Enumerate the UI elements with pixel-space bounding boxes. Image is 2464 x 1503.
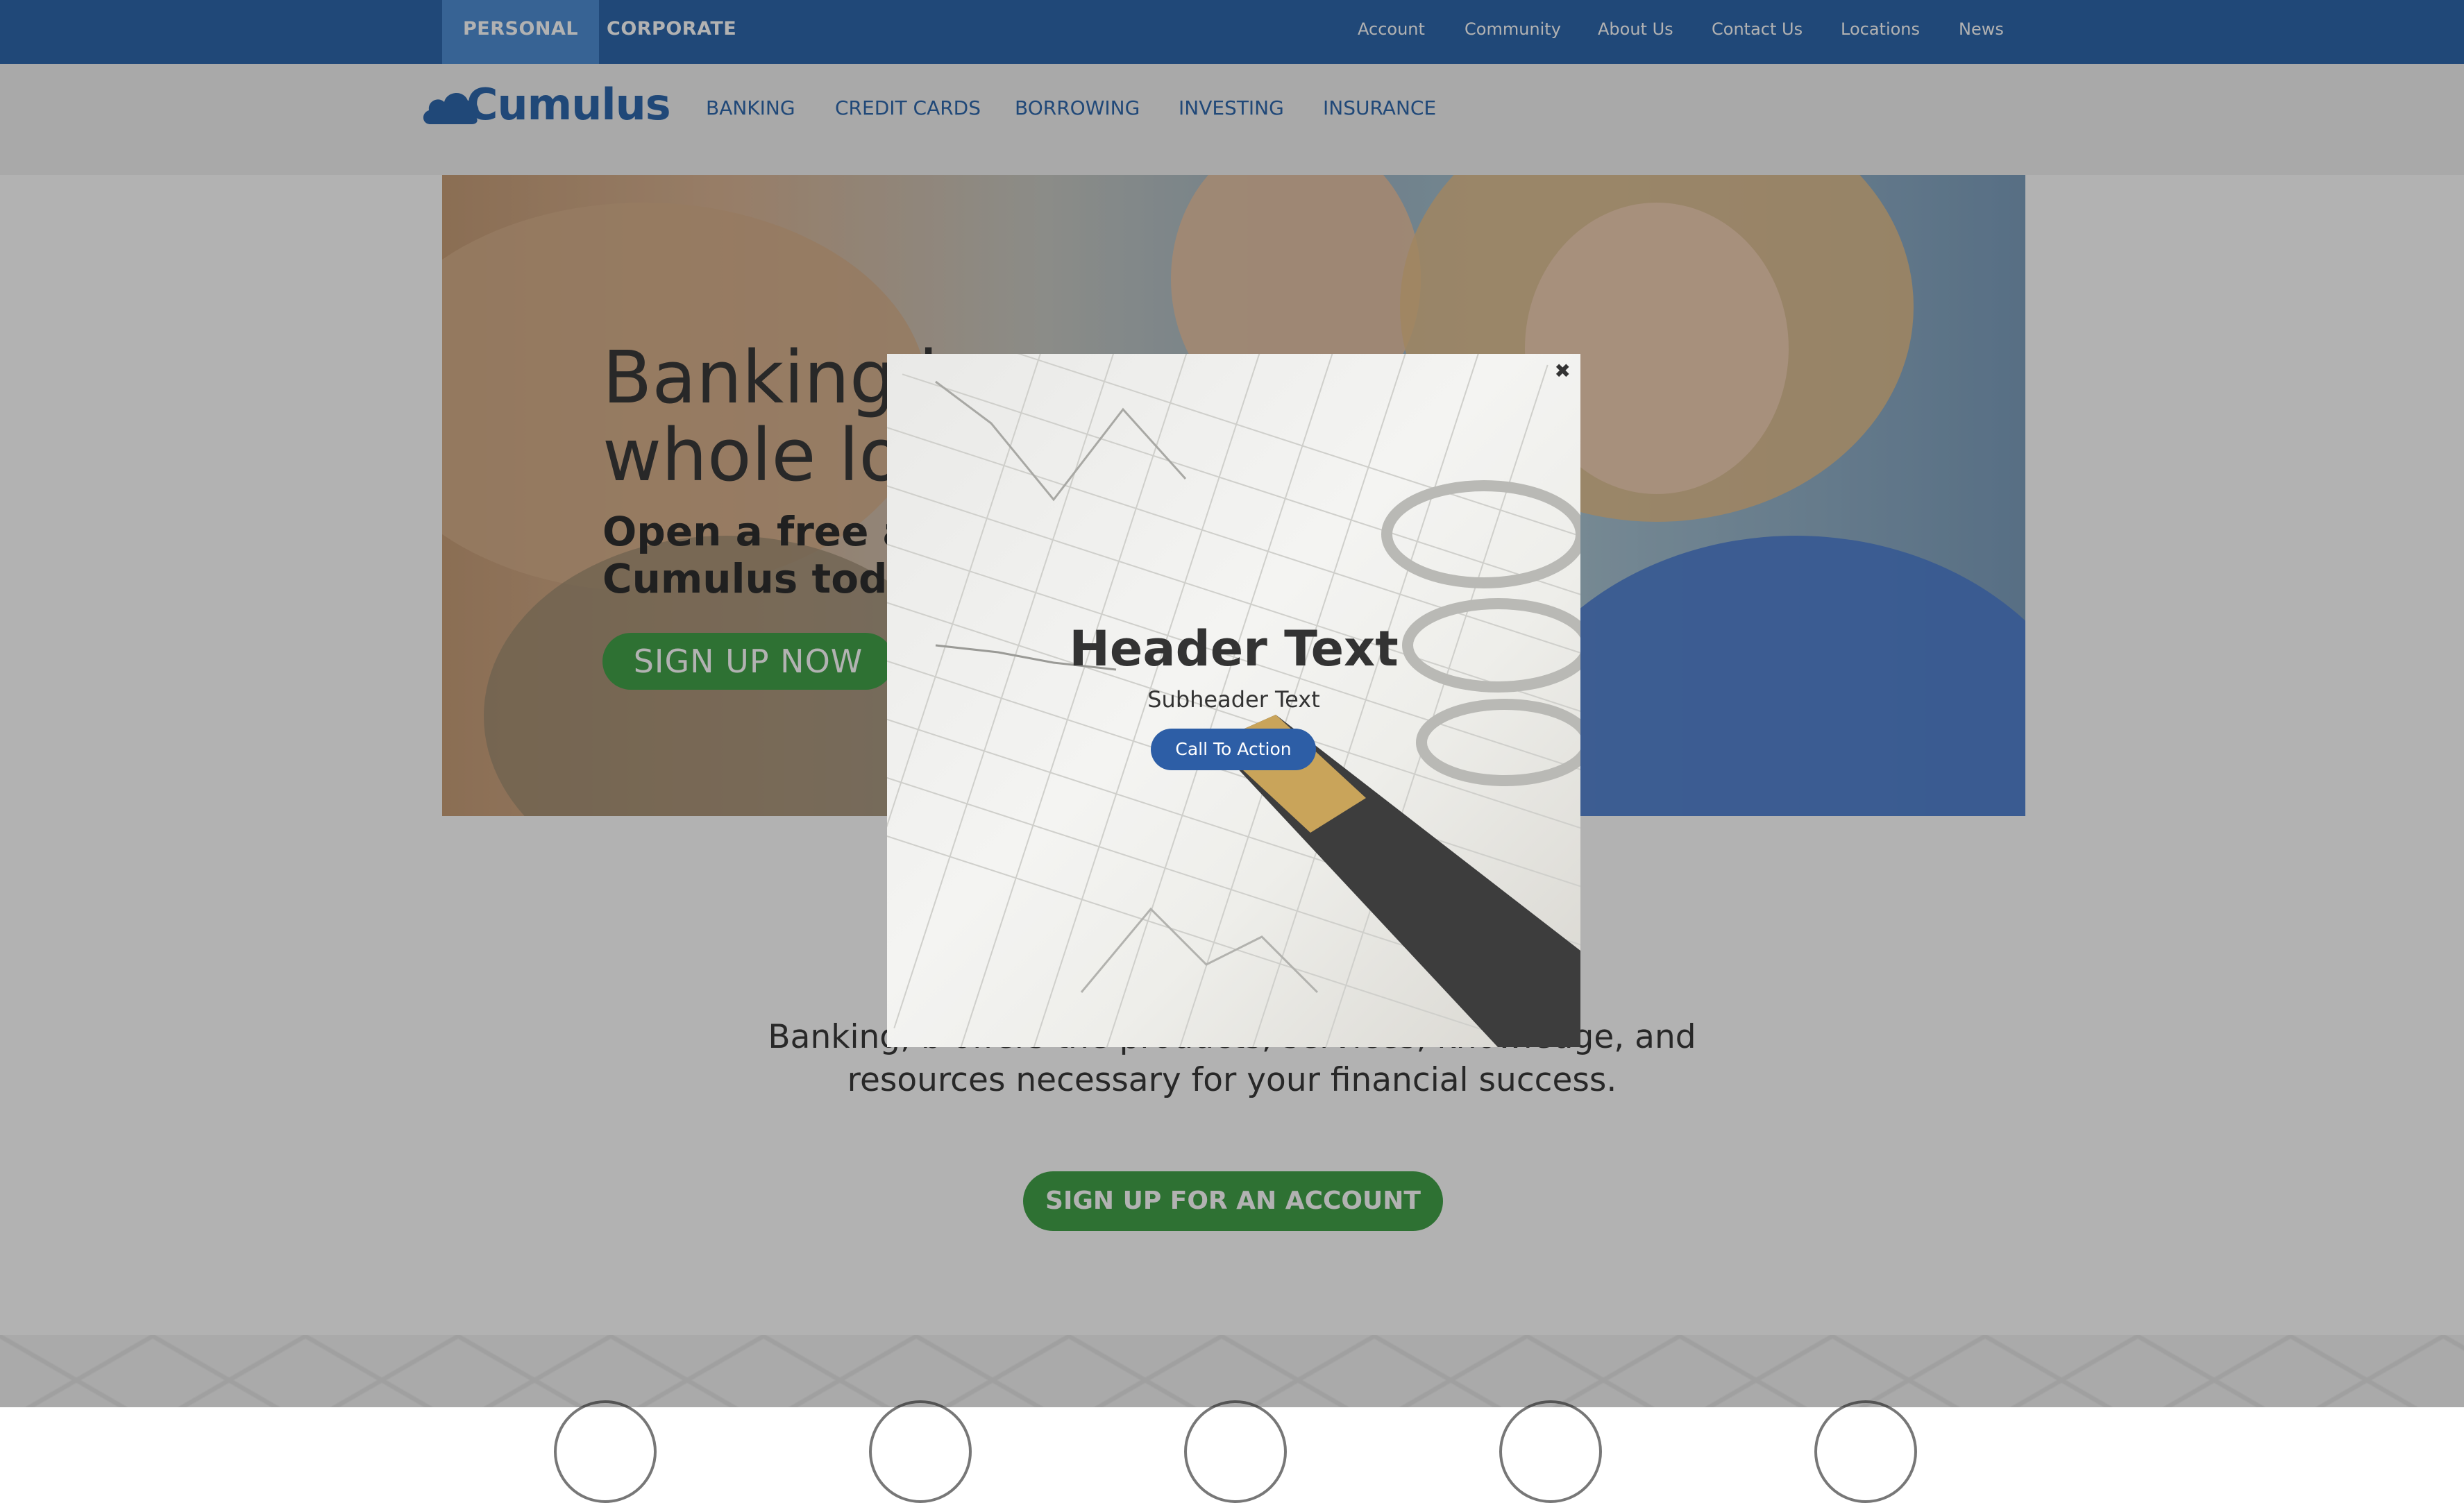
call-to-action-button[interactable]: Call To Action [1151, 729, 1316, 770]
feature-circle [869, 1400, 972, 1503]
promo-modal: ✖ Header Text Subheader Text Call To Act… [887, 354, 1580, 1047]
feature-circle [1184, 1400, 1287, 1503]
close-icon[interactable]: ✖ [1555, 361, 1571, 382]
feature-circle [554, 1400, 657, 1503]
modal-subheader: Subheader Text [1147, 686, 1320, 713]
modal-header: Header Text [1069, 620, 1399, 677]
feature-circle [1814, 1400, 1917, 1503]
feature-circle [1499, 1400, 1602, 1503]
